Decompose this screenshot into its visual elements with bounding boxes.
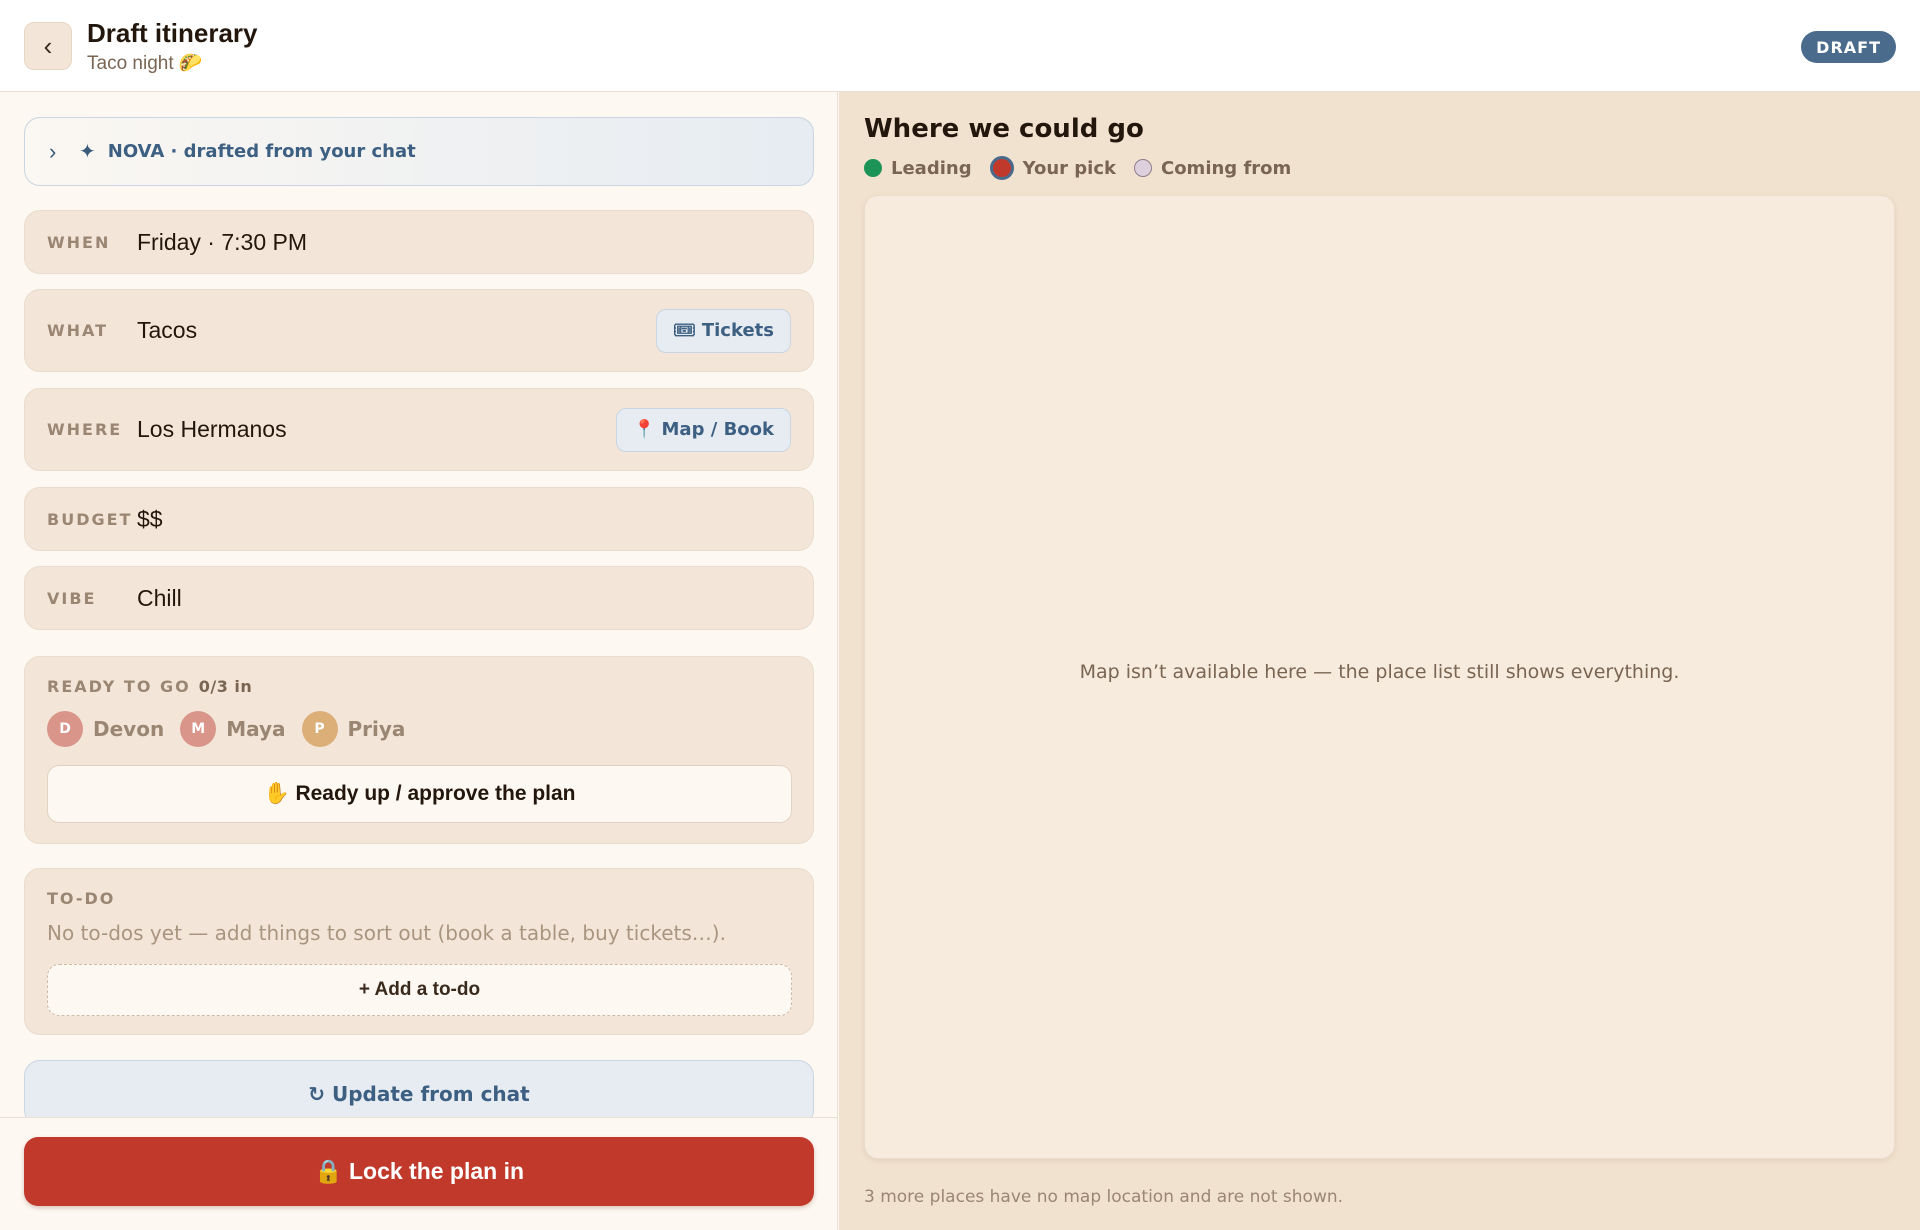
field-vibe[interactable]: VIBE Chill [24,566,814,630]
field-value: Friday · 7:30 PM [137,228,307,255]
legend-label: Your pick [1022,157,1116,179]
field-label: BUDGET [47,509,133,529]
ready-label: READY TO GO [47,677,191,696]
ready-count: 0/3 in [198,677,253,696]
ready-card: READY TO GO 0/3 in D Devon M Maya P Priya… [24,656,814,844]
map-area[interactable]: Map isn’t available here — the place lis… [864,195,1895,1159]
green-dot-icon [864,159,882,177]
nova-summary-toggle[interactable]: › ✦ NOVA · drafted from your chat [24,117,814,186]
tickets-button-label: Tickets [701,320,774,341]
red-dot-icon [989,156,1014,180]
map-book-button-label: Map / Book [661,419,774,440]
field-label: WHEN [47,232,111,252]
legend-label: Coming from [1160,157,1292,179]
person-name: Priya [347,717,406,741]
footer-bar: 🔒 Lock the plan in [0,1117,837,1230]
map-unavailable-message: Map isn’t available here — the place lis… [1079,661,1680,683]
field-label: WHERE [47,420,123,439]
add-todo-button[interactable]: + Add a to-do [47,964,792,1016]
ready-header: READY TO GO 0/3 in [47,677,252,696]
avatar: M [180,711,217,747]
todo-label: TO-DO [47,889,116,908]
todo-card: TO-DO No to-dos yet — add things to sort… [24,868,814,1035]
todo-empty-text: No to-dos yet — add things to sort out (… [47,921,726,945]
nova-label: NOVA · drafted from your chat [107,141,416,162]
field-label: WHAT [47,321,109,340]
app-header: ‹ Draft itinerary Taco night 🌮 DRAFT [0,0,1920,92]
ticket-icon: 🎟 [673,320,696,341]
legend-coming-from: Coming from [1133,157,1292,179]
field-value: Tacos [137,317,198,343]
itinerary-panel: › ✦ NOVA · drafted from your chat WHEN F… [0,92,838,1230]
map-title: Where we could go [864,114,1144,144]
legend-leading: Leading [864,158,972,179]
sparkle-icon: ✦ [79,141,96,163]
avatar: D [47,711,83,747]
legend-your-pick: Your pick [989,156,1116,180]
tickets-button[interactable]: 🎟 Tickets [656,308,791,353]
person-name: Maya [226,717,286,741]
pin-icon: 📍 [633,419,656,440]
page-subtitle: Taco night 🌮 [87,53,203,74]
field-label: VIBE [47,588,97,608]
status-badge: DRAFT [1801,31,1896,63]
field-value: $$ [137,505,163,532]
field-what[interactable]: WHAT Tacos 🎟 Tickets [24,289,814,372]
chevron-left-icon: ‹ [43,30,53,61]
back-button[interactable]: ‹ [24,22,72,70]
chevron-right-icon: › [49,138,57,164]
field-budget[interactable]: BUDGET $$ [24,487,814,551]
field-value: Chill [137,584,182,611]
map-footnote: 3 more places have no map location and a… [864,1187,1344,1207]
person-chip: M Maya [180,711,286,747]
lavender-dot-icon [1133,159,1152,177]
field-where[interactable]: WHERE Los Hermanos 📍 Map / Book [24,388,814,471]
lock-plan-button[interactable]: 🔒 Lock the plan in [24,1137,814,1206]
person-chip: P Priya [301,711,406,747]
map-panel: Where we could go Leading Your pick Comi… [839,92,1920,1230]
avatar: P [301,711,338,747]
person-chip: D Devon [47,711,164,747]
page-title: Draft itinerary [87,18,258,48]
legend-label: Leading [891,157,972,179]
person-name: Devon [93,717,165,741]
map-legend: Leading Your pick Coming from [864,156,1291,180]
ready-up-button[interactable]: ✋ Ready up / approve the plan [47,765,792,823]
map-book-button[interactable]: 📍 Map / Book [616,407,791,452]
people-list: D Devon M Maya P Priya [47,711,405,747]
field-when[interactable]: WHEN Friday · 7:30 PM [24,210,814,274]
field-value: Los Hermanos [137,416,287,442]
